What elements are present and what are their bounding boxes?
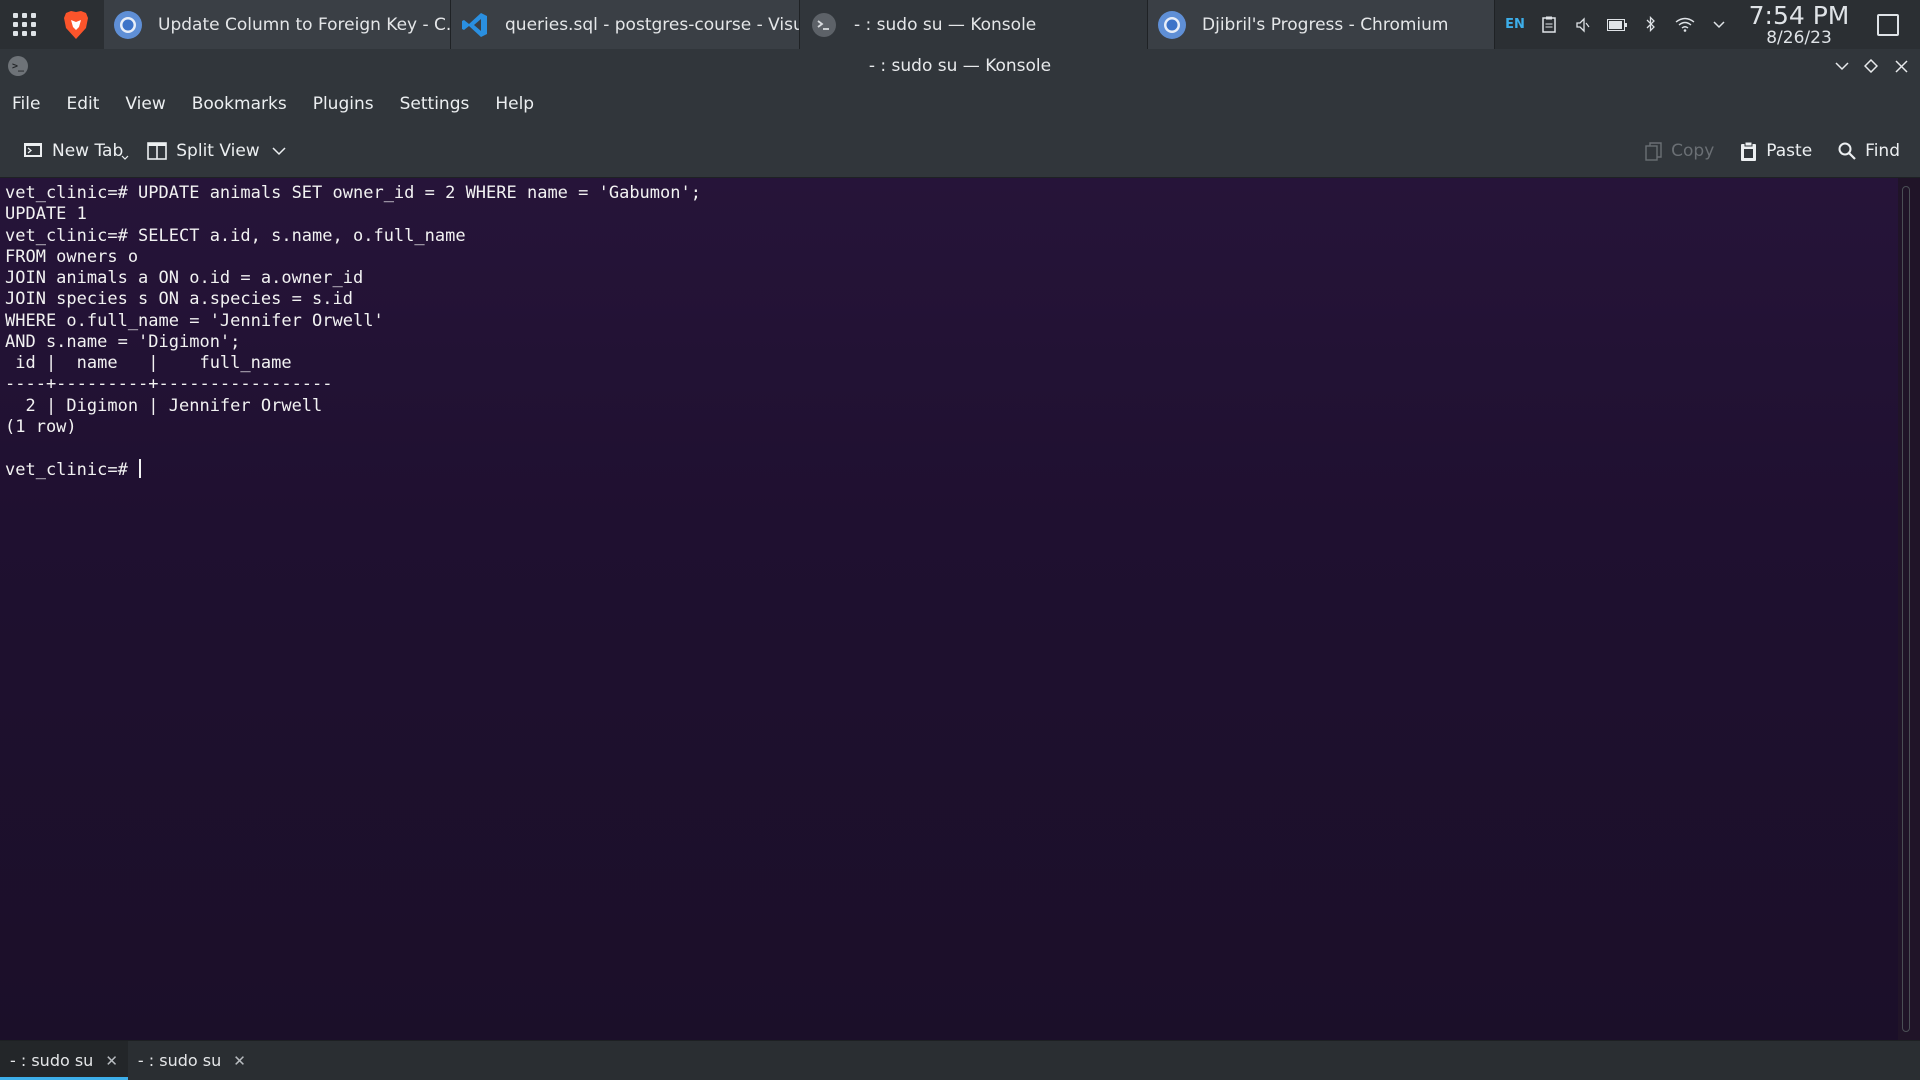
copy-icon — [1645, 141, 1662, 161]
terminal-line: FROM owners o — [5, 246, 139, 267]
task-vscode[interactable]: queries.sql - postgres-course - Visu... — [451, 0, 800, 49]
toolbar: New Tab Split View Copy Paste Find — [0, 125, 1920, 178]
menu-view[interactable]: View — [112, 94, 178, 114]
terminal-line: vet_clinic=# UPDATE animals SET owner_id… — [5, 183, 701, 203]
chevron-down-icon — [1835, 61, 1849, 70]
chevron-down-icon — [272, 146, 286, 155]
search-icon — [1838, 142, 1856, 160]
taskbar: Update Column to Foreign Key - C... quer… — [0, 0, 1920, 49]
terminal-line: vet_clinic=# SELECT a.id, s.name, o.full… — [5, 225, 466, 246]
paste-icon — [1741, 141, 1757, 161]
vscode-icon — [459, 9, 491, 41]
terminal-line: 2 | Digimon | Jennifer Orwell — [5, 395, 323, 416]
clock-time: 7:54 PM — [1748, 0, 1850, 30]
terminal-scrollbar[interactable] — [1902, 186, 1912, 1032]
show-desktop-button[interactable] — [1868, 0, 1908, 49]
terminal-line: (1 row) — [5, 416, 77, 437]
scrollbar-thumb[interactable] — [1902, 186, 1910, 1032]
new-tab-icon — [24, 143, 42, 157]
menu-bookmarks[interactable]: Bookmarks — [179, 94, 300, 114]
terminal-line: JOIN animals a ON o.id = a.owner_id — [5, 268, 364, 288]
chromium-icon — [112, 9, 144, 41]
session-tab-label: - : sudo su — [10, 1051, 94, 1070]
session-tab-bar: - : sudo su ✕ - : sudo su ✕ — [0, 1040, 1920, 1080]
paste-button[interactable]: Paste — [1732, 133, 1820, 169]
battery-icon[interactable] — [1600, 18, 1634, 31]
text-cursor — [139, 459, 142, 479]
copy-label: Copy — [1671, 141, 1715, 161]
window-titlebar[interactable]: >_ - : sudo su — Konsole — [0, 49, 1920, 83]
terminal-line: id | name | full_name — [5, 353, 292, 373]
digital-clock[interactable]: 7:54 PM 8/26/23 — [1740, 3, 1858, 47]
brave-browser-launcher[interactable] — [48, 0, 104, 49]
task-konsole[interactable]: - : sudo su — Konsole — [800, 0, 1148, 49]
menu-settings[interactable]: Settings — [387, 94, 483, 114]
terminal-line: WHERE o.full_name = 'Jennifer Orwell' — [5, 310, 384, 331]
window-title: - : sudo su — Konsole — [868, 56, 1052, 76]
app-grid-icon — [12, 13, 36, 36]
maximize-button[interactable] — [1856, 49, 1886, 83]
close-tab-icon[interactable]: ✕ — [233, 1052, 246, 1070]
split-view-label: Split View — [176, 141, 260, 161]
find-label: Find — [1865, 141, 1900, 161]
session-tab-1[interactable]: - : sudo su ✕ — [0, 1041, 128, 1080]
task-label: - : sudo su — Konsole — [854, 14, 1037, 35]
konsole-window-icon[interactable]: >_ — [8, 56, 28, 76]
close-icon — [1894, 59, 1908, 73]
brave-lion-icon — [64, 10, 88, 39]
task-label: Update Column to Foreign Key - C... — [158, 14, 450, 35]
wifi-icon[interactable] — [1668, 17, 1702, 32]
session-tab-label: - : sudo su — [137, 1051, 222, 1070]
terminal-line: UPDATE 1 — [5, 204, 87, 225]
system-tray: EN 7:54 PM 8/26/23 — [1495, 0, 1920, 49]
keyboard-layout-indicator[interactable]: EN — [1498, 17, 1532, 32]
menu-file[interactable]: File — [12, 94, 53, 114]
toolbar-right-group: Copy Paste Find — [1637, 133, 1908, 169]
new-tab-button[interactable]: New Tab — [15, 133, 137, 169]
menu-help[interactable]: Help — [482, 94, 547, 114]
dropdown-corner-icon — [121, 155, 129, 160]
terminal-line: JOIN species s ON a.species = s.id — [5, 289, 353, 310]
split-view-button[interactable]: Split View — [139, 133, 267, 169]
task-chromium-progress[interactable]: Djibril's Progress - Chromium — [1148, 0, 1495, 49]
session-tab-2[interactable]: - : sudo su ✕ — [128, 1041, 256, 1080]
terminal-prompt: vet_clinic=# — [5, 460, 139, 481]
clipboard-icon[interactable] — [1532, 16, 1566, 33]
find-button[interactable]: Find — [1830, 133, 1908, 169]
menu-edit[interactable]: Edit — [53, 94, 112, 114]
task-label: Djibril's Progress - Chromium — [1202, 14, 1449, 35]
close-button[interactable] — [1886, 49, 1916, 83]
diamond-icon — [1864, 59, 1878, 73]
paste-label: Paste — [1766, 141, 1813, 161]
new-tab-label: New Tab — [52, 141, 124, 161]
task-chromium-foreign-key[interactable]: Update Column to Foreign Key - C... — [104, 0, 451, 49]
split-view-dropdown[interactable] — [268, 133, 299, 169]
app-launcher-button[interactable] — [0, 0, 48, 49]
bluetooth-icon[interactable] — [1634, 16, 1668, 33]
split-view-icon — [147, 142, 168, 160]
clock-date: 8/26/23 — [1766, 27, 1832, 48]
volume-icon[interactable] — [1566, 16, 1600, 33]
close-tab-icon[interactable]: ✕ — [105, 1052, 118, 1070]
menu-plugins[interactable]: Plugins — [300, 94, 387, 114]
terminal-output: vet_clinic=# UPDATE animals SET owner_id… — [5, 183, 1898, 482]
task-label: queries.sql - postgres-course - Visu... — [505, 14, 799, 35]
chromium-icon — [1156, 9, 1188, 41]
terminal-line: ----+---------+----------------- — [5, 374, 333, 395]
terminal-line: AND s.name = 'Digimon'; — [5, 331, 241, 352]
terminal-view[interactable]: vet_clinic=# UPDATE animals SET owner_id… — [0, 178, 1898, 1040]
menu-bar: File Edit View Bookmarks Plugins Setting… — [0, 83, 1920, 125]
minimize-button[interactable] — [1827, 49, 1857, 83]
tray-expand-chevron-icon[interactable] — [1702, 20, 1736, 29]
copy-button[interactable]: Copy — [1637, 133, 1722, 169]
konsole-icon — [808, 9, 840, 41]
show-desktop-icon — [1877, 13, 1899, 36]
